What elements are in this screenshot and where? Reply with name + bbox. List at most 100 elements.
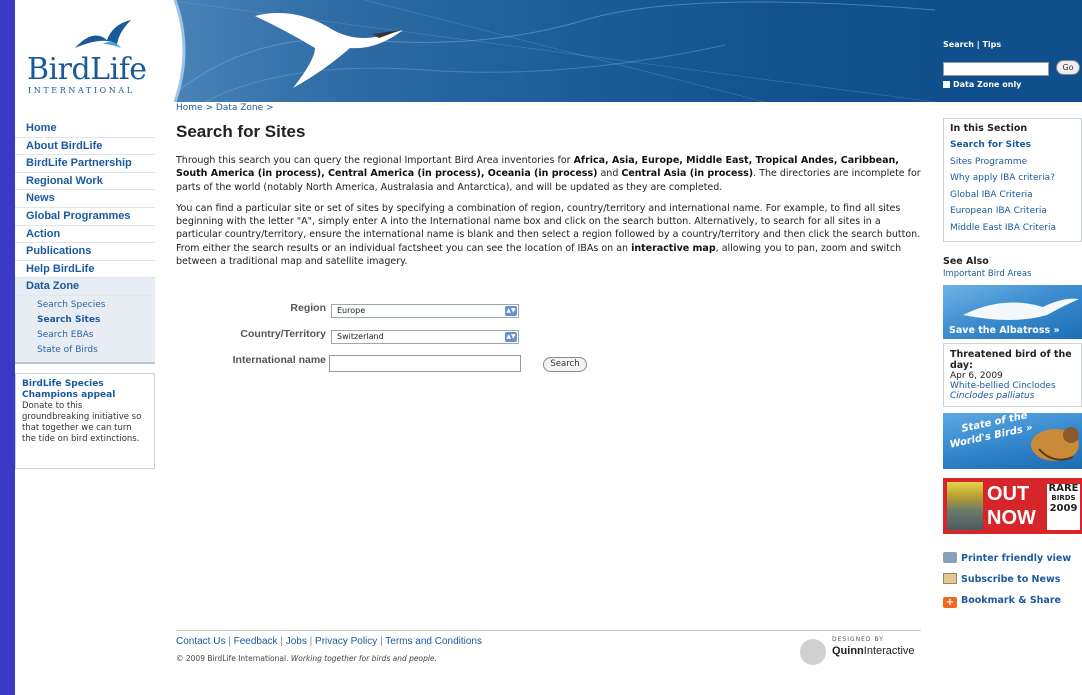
logo-swoosh: [169, 0, 186, 102]
book-cover-image: [947, 482, 983, 530]
footer-link-privacy[interactable]: Privacy Policy: [315, 636, 377, 647]
subscribe-news-link[interactable]: Subscribe to News: [943, 571, 1082, 592]
header-search-input[interactable]: [943, 62, 1049, 76]
instructions-paragraph: You can find a particular site or set of…: [176, 202, 921, 268]
country-label: Country/Territory: [240, 328, 326, 340]
subnav-search-ebas[interactable]: Search EBAs: [37, 328, 155, 343]
subnav-search-species[interactable]: Search Species: [37, 298, 155, 313]
subscribe-news-label: Subscribe to News: [961, 574, 1061, 585]
footer-link-terms[interactable]: Terms and Conditions: [385, 636, 482, 647]
tips-link[interactable]: Tips: [982, 40, 1001, 49]
data-zone-only-checkbox[interactable]: Data Zone only: [943, 80, 1021, 89]
nav-item-regional-work[interactable]: Regional Work: [15, 173, 155, 191]
section-link-global-iba[interactable]: Global IBA Criteria: [950, 187, 1075, 204]
copyright-text: © 2009 BirdLife International.: [176, 654, 289, 663]
nav-item-partnership[interactable]: BirdLife Partnership: [15, 155, 155, 173]
designer-rest: Interactive: [863, 645, 915, 657]
designed-by-label: DESIGNED BY: [832, 636, 884, 643]
go-button[interactable]: Go: [1056, 60, 1080, 75]
threatened-date: Apr 6, 2009: [950, 371, 1003, 381]
nav-item-about[interactable]: About BirdLife: [15, 138, 155, 156]
appeal-title[interactable]: BirdLife Species Champions appeal: [22, 379, 148, 401]
save-albatross-banner[interactable]: Save the Albatross »: [943, 285, 1082, 339]
see-also-title: See Also: [943, 256, 989, 267]
header-banner-image: [165, 0, 935, 102]
subnav-search-sites[interactable]: Search Sites: [37, 313, 155, 328]
logo-wordmark: BirdLife: [27, 52, 147, 87]
nav-item-publications[interactable]: Publications: [15, 243, 155, 261]
region-select[interactable]: Europe ▲▼: [331, 304, 519, 318]
tagline: Working together for birds and people.: [290, 654, 437, 663]
species-champions-appeal[interactable]: BirdLife Species Champions appeal Donate…: [15, 373, 155, 469]
printer-friendly-label: Printer friendly view: [961, 553, 1072, 564]
rare-birds-badge: RARE BIRDS 2009: [1047, 484, 1080, 530]
magnifier-icon: [800, 639, 826, 665]
rare-birds-yearbook-banner[interactable]: OUT NOW RARE BIRDS 2009: [943, 478, 1082, 534]
bird-logo-icon: [75, 20, 131, 48]
section-link-search-sites[interactable]: Search for Sites: [950, 137, 1075, 154]
mail-icon: [943, 573, 957, 584]
footer: Contact Us | Feedback | Jobs | Privacy P…: [176, 630, 921, 666]
data-zone-subnav: Search Species Search Sites Search EBAs …: [15, 295, 155, 364]
section-link-why-iba[interactable]: Why apply IBA criteria?: [950, 170, 1075, 187]
page-title: Search for Sites: [176, 122, 306, 141]
threatened-bird-box[interactable]: Threatened bird of the day: Apr 6, 2009 …: [943, 343, 1082, 407]
intro-and: and: [597, 168, 622, 180]
select-arrow-icon: ▲▼: [505, 332, 517, 342]
birds-label: BIRDS: [1051, 494, 1076, 502]
threatened-common-name[interactable]: White-bellied Cinclodes: [950, 381, 1075, 391]
in-this-section-box: In this Section Search for Sites Sites P…: [943, 118, 1082, 242]
now-label: NOW: [987, 507, 1036, 529]
nav-item-help[interactable]: Help BirdLife: [15, 261, 155, 279]
country-value: Switzerland: [337, 332, 384, 341]
albatross-label: Save the Albatross »: [949, 325, 1060, 336]
search-link[interactable]: Search: [943, 40, 974, 49]
international-name-input[interactable]: [329, 355, 521, 372]
section-link-middle-east-iba[interactable]: Middle East IBA Criteria: [950, 220, 1075, 237]
main-content: Search for Sites Through this search you…: [176, 122, 921, 276]
footer-link-contact[interactable]: Contact Us: [176, 636, 225, 647]
nav-item-news[interactable]: News: [15, 190, 155, 208]
region-value: Europe: [337, 306, 366, 315]
header-search: Search | Tips Go Data Zone only: [943, 40, 1082, 89]
see-also-iba-link[interactable]: Important Bird Areas: [943, 269, 1082, 279]
nav-item-data-zone[interactable]: Data Zone: [15, 278, 155, 296]
checkbox-icon[interactable]: [943, 81, 950, 88]
plus-icon: +: [943, 597, 957, 608]
logo-subtitle: INTERNATIONAL: [28, 86, 135, 95]
see-also: See Also Important Bird Areas: [943, 256, 1082, 279]
page-actions: Printer friendly view Subscribe to News …: [943, 550, 1082, 613]
interactive-map-link[interactable]: interactive map: [631, 243, 716, 254]
footer-link-feedback[interactable]: Feedback: [234, 636, 278, 647]
subnav-state-of-birds[interactable]: State of Birds: [37, 343, 155, 358]
printer-icon: [943, 552, 957, 563]
in-this-section-title: In this Section: [950, 123, 1028, 134]
international-name-label: International name: [232, 354, 326, 366]
bookmark-share-link[interactable]: + Bookmark & Share: [943, 592, 1082, 613]
designer-bold: Quinn: [832, 645, 864, 657]
designer-name: QuinnInteractive: [832, 645, 915, 657]
select-arrow-icon: ▲▼: [505, 306, 517, 316]
birdlife-logo[interactable]: BirdLife INTERNATIONAL: [15, 0, 175, 102]
intro-central-asia: Central Asia (in process): [621, 168, 754, 180]
designer-credit[interactable]: DESIGNED BY QuinnInteractive: [796, 636, 921, 666]
nav-item-home[interactable]: Home: [15, 120, 155, 138]
rare-label: RARE: [1048, 483, 1079, 494]
header-links: Search | Tips: [943, 40, 1002, 49]
left-navigation: Home About BirdLife BirdLife Partnership…: [15, 120, 155, 364]
breadcrumb[interactable]: Home > Data Zone >: [176, 103, 274, 113]
threatened-title: Threatened bird of the day:: [950, 349, 1072, 371]
section-link-sites-programme[interactable]: Sites Programme: [950, 154, 1075, 171]
footer-link-jobs[interactable]: Jobs: [286, 636, 307, 647]
country-select[interactable]: Switzerland ▲▼: [331, 330, 519, 344]
search-button[interactable]: Search: [543, 357, 587, 372]
section-link-european-iba[interactable]: European IBA Criteria: [950, 203, 1075, 220]
site-header: BirdLife INTERNATIONAL Search | Tips Go …: [15, 0, 1082, 102]
bookmark-share-label: Bookmark & Share: [961, 595, 1061, 606]
threatened-latin-name[interactable]: Cinclodes palliatus: [950, 391, 1075, 401]
right-sidebar: In this Section Search for Sites Sites P…: [943, 118, 1082, 613]
state-of-worlds-birds-banner[interactable]: State of the World's Birds »: [943, 413, 1082, 469]
nav-item-action[interactable]: Action: [15, 226, 155, 244]
printer-friendly-link[interactable]: Printer friendly view: [943, 550, 1082, 571]
nav-item-global-programmes[interactable]: Global Programmes: [15, 208, 155, 226]
